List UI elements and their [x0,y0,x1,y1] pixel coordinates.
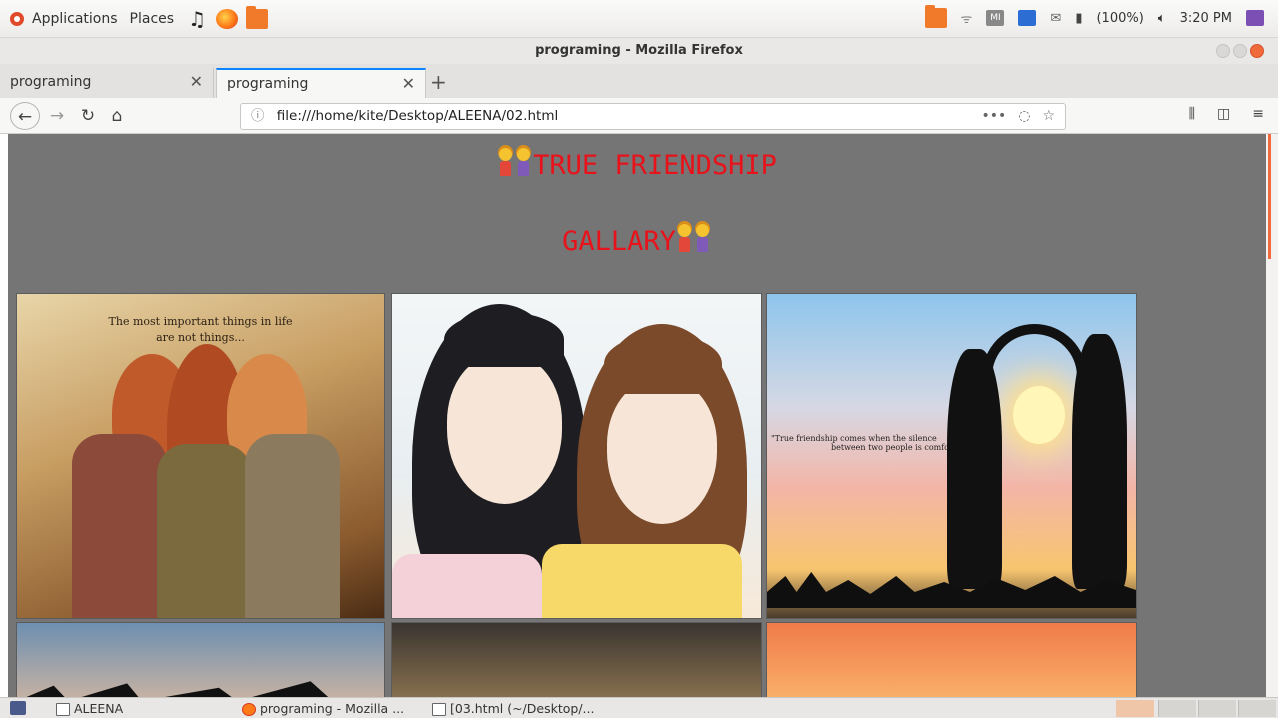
gallery-image-three-friends: The most important things in life are no… [16,293,385,619]
home-button[interactable]: ⌂ [106,102,128,130]
crowd-shape [17,681,384,697]
url-actions: ••• ◌ ☆ [981,104,1055,129]
dress-shape [72,434,167,618]
files-launcher-icon[interactable] [246,6,269,29]
show-desktop-icon[interactable] [10,701,26,715]
page-heading-gallary: GALLARY [8,222,1266,257]
tab-programing-1[interactable]: programing ✕ [0,68,214,98]
page-viewport: TRUE FRIENDSHIP GALLARY The most importa… [8,134,1266,697]
panel-tray: ᯤ MI ✉ ▮ (100%) 🔈︎ 3:20 PM [924,5,1264,28]
face-shape [607,379,717,524]
tab-programing-2-active[interactable]: programing ✕ [216,68,426,98]
two-girls-emoji-icon [676,222,712,256]
gallery-image-crowd-silhouettes [16,622,385,697]
window-controls [1216,44,1264,58]
workspace-1[interactable] [1158,700,1196,717]
reload-button[interactable]: ↻ [76,102,100,130]
close-tab-icon[interactable]: ✕ [190,68,203,96]
hamburger-menu-icon[interactable]: ≡ [1252,106,1264,122]
maximize-button[interactable] [1233,44,1247,58]
dress-shape [245,434,340,618]
window-title-bar: programing - Mozilla Firefox [0,38,1278,64]
gallery-image-anime-friends [391,293,762,619]
tab-label: programing [10,74,92,90]
battery-icon[interactable]: ▮ [1075,11,1082,26]
close-window-button[interactable] [1250,44,1264,58]
pocket-icon[interactable]: ◌ [1018,104,1030,129]
url-bar[interactable]: ⓘ file:///home/kite/Desktop/ALEENA/02.ht… [240,103,1066,130]
envelope-icon[interactable]: ✉ [1050,11,1061,26]
navigation-toolbar: ← → ↻ ⌂ ⓘ file:///home/kite/Desktop/ALEE… [0,98,1278,134]
volume-icon[interactable]: 🔈︎ [1158,11,1166,26]
heading-1-text: TRUE FRIENDSHIP [533,150,777,181]
gallery-image-sunset-silhouettes: "True friendship comes when the silence … [766,293,1137,619]
shirt-shape [392,554,542,618]
scrollbar-thumb[interactable] [1268,134,1271,259]
back-button[interactable]: ← [10,102,40,130]
face-shape [447,354,562,504]
library-icon[interactable]: ⫼ [1189,106,1195,122]
close-tab-icon[interactable]: ✕ [402,70,415,98]
tab-label: programing [227,76,309,92]
new-tab-button[interactable]: + [430,68,447,96]
bottom-taskbar: ALEENA programing - Mozilla ... [03.html… [0,697,1278,718]
arms-arch [982,324,1087,404]
taskbar-item-aleena[interactable]: ALEENA [52,700,222,717]
taskbar-firefox-indicator[interactable] [1116,700,1154,717]
vertical-scrollbar[interactable] [1266,134,1278,697]
session-menu-icon[interactable] [1246,10,1264,26]
mail-indicator-icon[interactable]: MI [986,10,1005,26]
taskbar-item-editor[interactable]: [03.html (~/Desktop/... [428,700,608,717]
caption-line: are not things... [156,331,245,344]
panel-left-group: Applications Places ♫ [10,6,269,29]
workspace-3[interactable] [1238,700,1276,717]
caption-line: The most important things in life [108,315,293,328]
gallery-image-dusk [391,622,762,697]
applications-menu[interactable]: Applications [32,11,118,27]
shirt-shape [542,544,742,618]
taskbar-item-firefox[interactable]: programing - Mozilla ... [238,700,416,717]
window-title: programing - Mozilla Firefox [535,43,743,58]
bluetooth-icon[interactable] [1018,10,1037,26]
heading-2-text: GALLARY [562,226,676,257]
places-menu[interactable]: Places [130,11,175,27]
applications-menu-icon[interactable] [10,12,24,26]
hair-shape [604,334,722,394]
toolbar-right-group: ⫼ ◫ ≡ [1189,106,1264,122]
url-text[interactable]: file:///home/kite/Desktop/ALEENA/02.html [277,108,558,124]
wifi-icon[interactable]: ᯤ [961,9,973,27]
clock[interactable]: 3:20 PM [1180,11,1232,26]
battery-percentage: (100%) [1096,10,1144,26]
forward-button[interactable]: → [46,102,68,130]
tab-bar: programing ✕ programing ✕ + [0,64,1278,98]
sidebar-icon[interactable]: ◫ [1217,106,1230,122]
music-player-icon[interactable]: ♫ [186,9,208,29]
minimize-button[interactable] [1216,44,1230,58]
gallery-image-orange-sky [766,622,1137,697]
image-1-caption: The most important things in life are no… [17,314,384,346]
dress-shape [157,444,252,618]
files-tray-icon[interactable] [924,5,947,28]
page-heading-true-friendship: TRUE FRIENDSHIP [8,146,1266,181]
page-actions-menu[interactable]: ••• [981,104,1006,129]
bookmark-star-icon[interactable]: ☆ [1042,104,1055,129]
two-girls-emoji-icon [497,146,533,180]
hair-shape [444,312,564,367]
workspace-2[interactable] [1198,700,1236,717]
site-info-icon[interactable]: ⓘ [251,108,265,124]
system-top-panel: Applications Places ♫ ᯤ MI ✉ ▮ (100%) 🔈︎… [0,0,1278,38]
firefox-launcher-icon[interactable] [216,9,239,29]
